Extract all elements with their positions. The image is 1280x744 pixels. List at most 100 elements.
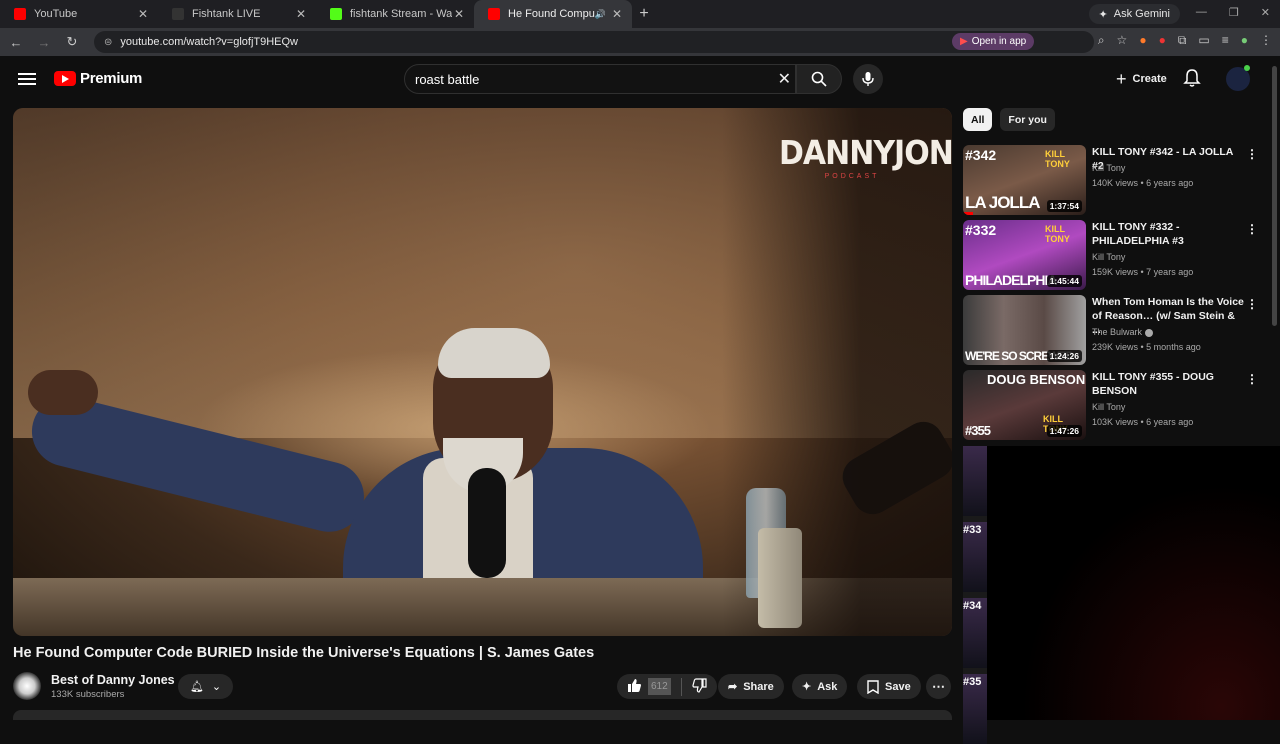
zoom-icon[interactable]: ⌕	[1098, 33, 1105, 48]
browser-tab-bar: YouTube ✕ Fishtank LIVE ✕ fishtank Strea…	[0, 0, 1280, 28]
new-tab-button[interactable]: +	[632, 5, 656, 23]
browser-toolbar-icons: ⌕ ☆ ● ● ⧉ ▭ ≡ ● ⋮	[1098, 33, 1272, 48]
partial-thumbnail[interactable]	[963, 446, 987, 516]
close-tab-icon[interactable]: ✕	[452, 7, 466, 21]
like-button[interactable]	[627, 678, 642, 696]
logo-text: Premium	[80, 70, 143, 87]
restore-icon[interactable]: ❐	[1229, 6, 1239, 19]
video-thumbnail[interactable]: #332 KILL TONY PHILADELPHIA 1:45:44	[963, 220, 1086, 290]
browser-tab-active[interactable]: He Found Computer Code 🔊 ✕	[474, 0, 632, 28]
recommendation-channel[interactable]: The Bulwark	[1092, 327, 1154, 337]
hamburger-menu-icon[interactable]	[18, 70, 36, 88]
kick-favicon-icon	[330, 8, 342, 20]
video-title: He Found Computer Code BURIED Inside the…	[13, 645, 595, 661]
create-button[interactable]: + Create	[1108, 66, 1175, 92]
dislike-button[interactable]	[692, 677, 707, 696]
voice-search-button[interactable]	[853, 64, 883, 94]
save-label: Save	[885, 680, 911, 693]
partial-thumbnail[interactable]: #35	[963, 674, 987, 744]
ask-button[interactable]: ✦ Ask	[792, 674, 848, 699]
loading-recommendations-strip: #33 #34 #35	[963, 446, 987, 744]
video-player[interactable]: DANNYJONES PODCAST	[13, 108, 952, 636]
recommendation-item[interactable]: #332 KILL TONY PHILADELPHIA 1:45:44 KILL…	[963, 220, 1263, 290]
video-scene-hand	[28, 370, 98, 415]
podcast-watermark: DANNYJONES PODCAST	[779, 134, 952, 180]
recommendation-channel[interactable]: Kill Tony	[1092, 163, 1125, 173]
recommendation-channel[interactable]: Kill Tony	[1092, 402, 1125, 412]
clear-search-icon[interactable]: ✕	[778, 69, 791, 89]
search-button[interactable]	[796, 64, 842, 94]
channel-avatar[interactable]	[13, 672, 41, 700]
recommendation-item[interactable]: WE'RE SO SCREWED 1:24:26 When Tom Homan …	[963, 295, 1263, 365]
open-in-app-button[interactable]: ▶ Open in app	[952, 33, 1035, 50]
tab-title: He Found Computer Code	[508, 8, 595, 20]
close-tab-icon[interactable]: ✕	[610, 7, 624, 21]
chrome-menu-icon[interactable]: ⋮	[1260, 33, 1272, 48]
microphone-icon	[862, 72, 874, 86]
extension-badge-icon[interactable]: ●	[1159, 33, 1166, 48]
browser-tab-youtube[interactable]: YouTube ✕	[0, 0, 158, 28]
open-in-app-label: Open in app	[971, 36, 1027, 47]
page-scrollbar[interactable]	[1272, 66, 1277, 326]
filter-chips: All For you	[963, 108, 1055, 131]
watermark-sub: PODCAST	[824, 173, 880, 180]
bookmark-star-icon[interactable]: ☆	[1117, 33, 1128, 48]
more-options-icon[interactable]: ⋮	[1246, 222, 1258, 236]
browser-tab-fishtank-stream[interactable]: fishtank Stream - Watch Live o ✕	[316, 0, 474, 28]
media-icon[interactable]: ▭	[1198, 33, 1209, 48]
video-thumbnail[interactable]: #342 KILL TONY LA JOLLA 1:37:54	[963, 145, 1086, 215]
extension-icon[interactable]: ●	[1139, 33, 1146, 48]
recommendation-channel[interactable]: Kill Tony	[1092, 252, 1125, 262]
site-info-icon[interactable]: ⊜	[104, 37, 112, 48]
share-arrow-icon: ➦	[728, 681, 738, 693]
close-tab-icon[interactable]: ✕	[294, 7, 308, 21]
recommendation-item[interactable]: DOUG BENSON KILL TONY #355 1:47:26 KILL …	[963, 370, 1263, 440]
recommendation-title[interactable]: KILL TONY #332 - PHILADELPHIA #3	[1092, 220, 1244, 248]
tab-title: YouTube	[34, 8, 78, 20]
extensions-puzzle-icon[interactable]: ⧉	[1178, 33, 1187, 48]
thumbnail-episode: #332	[965, 222, 997, 238]
reload-icon[interactable]: ↻	[60, 34, 84, 50]
recommendation-item[interactable]: #342 KILL TONY LA JOLLA 1:37:54 KILL TON…	[963, 145, 1263, 215]
more-actions-button[interactable]: ⋯	[926, 674, 951, 699]
description-box[interactable]	[13, 710, 952, 720]
notifications-bell-icon[interactable]	[1183, 68, 1201, 93]
close-window-icon[interactable]: ✕	[1261, 6, 1270, 19]
minimize-icon[interactable]: —	[1196, 6, 1207, 19]
thumbs-up-icon	[628, 678, 641, 692]
more-options-icon[interactable]: ⋮	[1246, 372, 1258, 386]
share-button[interactable]: ➦ Share	[718, 674, 784, 699]
search-input[interactable]: roast battle ✕	[404, 64, 796, 94]
video-thumbnail[interactable]: DOUG BENSON KILL TONY #355 1:47:26	[963, 370, 1086, 440]
video-thumbnail[interactable]: WE'RE SO SCREWED 1:24:26	[963, 295, 1086, 365]
browser-tab-fishtank[interactable]: Fishtank LIVE ✕	[158, 0, 316, 28]
close-tab-icon[interactable]: ✕	[136, 7, 150, 21]
chip-for-you[interactable]: For you	[1000, 108, 1055, 131]
partial-thumbnail[interactable]: #33	[963, 522, 987, 592]
profile-icon[interactable]: ●	[1241, 33, 1248, 48]
recommendation-title[interactable]: KILL TONY #355 - DOUG BENSON	[1092, 370, 1244, 398]
channel-name[interactable]: Best of Danny Jones	[51, 673, 175, 687]
thumbnail-episode: #342	[965, 147, 997, 163]
chip-all[interactable]: All	[963, 108, 993, 131]
partial-thumbnail[interactable]: #34	[963, 598, 987, 668]
thumbnail-caption-top: DOUG BENSON	[987, 372, 1086, 387]
save-button[interactable]: Save	[857, 674, 921, 699]
chevron-down-icon: ⌄	[211, 681, 222, 693]
recommendation-meta: 159K views • 7 years ago	[1092, 267, 1194, 277]
youtube-premium-logo[interactable]: Premium	[54, 70, 142, 87]
more-options-icon[interactable]: ⋮	[1246, 147, 1258, 161]
forward-arrow-icon[interactable]: →	[32, 35, 56, 50]
bell-icon: 🔔︎	[189, 681, 204, 693]
reading-list-icon[interactable]: ≡	[1222, 33, 1229, 48]
ask-gemini-button[interactable]: ✦ Ask Gemini	[1088, 4, 1180, 24]
speaker-icon[interactable]: 🔊	[595, 9, 606, 20]
url-field[interactable]: ⊜ youtube.com/watch?v=glofjT9HEQw	[94, 31, 1094, 53]
video-duration: 1:37:54	[1046, 200, 1082, 212]
thumbnail-caption: LA JOLLA	[965, 193, 1040, 212]
subscription-bell-button[interactable]: 🔔︎ ⌄	[178, 674, 233, 699]
back-arrow-icon[interactable]: ←	[4, 35, 28, 50]
account-avatar[interactable]	[1226, 65, 1250, 91]
more-options-icon[interactable]: ⋮	[1246, 297, 1258, 311]
sidebar-empty-area	[987, 446, 1280, 720]
